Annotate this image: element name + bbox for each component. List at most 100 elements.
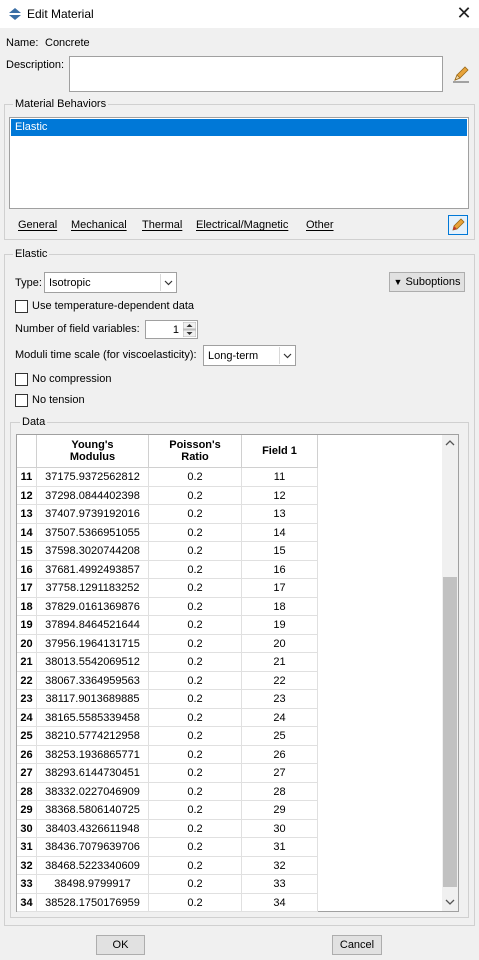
edit-icon[interactable] (449, 216, 467, 234)
field-1-cell[interactable]: 33 (242, 875, 318, 894)
poissons-ratio-cell[interactable]: 0.2 (149, 801, 242, 820)
close-button[interactable]: ✕ (451, 2, 477, 26)
table-row[interactable]: 15 37598.3020744208 0.2 15 (17, 542, 318, 561)
column-header-field-1[interactable]: Field 1 (242, 435, 318, 468)
behavior-edit-button[interactable] (448, 215, 468, 235)
poissons-ratio-cell[interactable]: 0.2 (149, 764, 242, 783)
field-1-cell[interactable]: 25 (242, 727, 318, 746)
youngs-modulus-cell[interactable]: 38253.1936865771 (37, 745, 149, 764)
data-table[interactable]: Young's Modulus Poisson's Ratio Field 1 … (16, 434, 459, 912)
table-row[interactable]: 26 38253.1936865771 0.2 26 (17, 745, 318, 764)
field-1-cell[interactable]: 22 (242, 671, 318, 690)
description-field[interactable] (69, 56, 443, 92)
poissons-ratio-cell[interactable]: 0.2 (149, 616, 242, 635)
table-row[interactable]: 14 37507.5366951055 0.2 14 (17, 523, 318, 542)
poissons-ratio-cell[interactable]: 0.2 (149, 893, 242, 912)
poissons-ratio-cell[interactable]: 0.2 (149, 597, 242, 616)
table-row[interactable]: 32 38468.5223340609 0.2 32 (17, 856, 318, 875)
table-row[interactable]: 31 38436.7079639706 0.2 31 (17, 838, 318, 857)
table-row[interactable]: 33 38498.9799917 0.2 33 (17, 875, 318, 894)
cancel-button[interactable]: Cancel (332, 935, 382, 955)
poissons-ratio-cell[interactable]: 0.2 (149, 745, 242, 764)
youngs-modulus-cell[interactable]: 37598.3020744208 (37, 542, 149, 561)
table-row[interactable]: 25 38210.5774212958 0.2 25 (17, 727, 318, 746)
field-vars-spinner[interactable]: 1 (145, 320, 198, 339)
youngs-modulus-cell[interactable]: 38117.9013689885 (37, 690, 149, 709)
field-1-cell[interactable]: 24 (242, 708, 318, 727)
youngs-modulus-cell[interactable]: 37175.9372562812 (37, 468, 149, 487)
menu-electrical-magnetic[interactable]: Electrical/Magnetic (196, 219, 288, 231)
youngs-modulus-cell[interactable]: 38468.5223340609 (37, 856, 149, 875)
behavior-item-elastic[interactable]: Elastic (11, 119, 467, 136)
no-compression-checkbox[interactable] (15, 373, 28, 386)
poissons-ratio-cell[interactable]: 0.2 (149, 505, 242, 524)
youngs-modulus-cell[interactable]: 38165.5585339458 (37, 708, 149, 727)
table-row[interactable]: 23 38117.9013689885 0.2 23 (17, 690, 318, 709)
youngs-modulus-cell[interactable]: 37894.8464521644 (37, 616, 149, 635)
poissons-ratio-cell[interactable]: 0.2 (149, 690, 242, 709)
menu-other[interactable]: Other (306, 219, 334, 231)
field-1-cell[interactable]: 16 (242, 560, 318, 579)
field-1-cell[interactable]: 14 (242, 523, 318, 542)
youngs-modulus-cell[interactable]: 38210.5774212958 (37, 727, 149, 746)
youngs-modulus-cell[interactable]: 38332.0227046909 (37, 782, 149, 801)
field-1-cell[interactable]: 18 (242, 597, 318, 616)
youngs-modulus-cell[interactable]: 38293.6144730451 (37, 764, 149, 783)
youngs-modulus-cell[interactable]: 37681.4992493857 (37, 560, 149, 579)
table-row[interactable]: 34 38528.1750176959 0.2 34 (17, 893, 318, 912)
type-select[interactable]: Isotropic (44, 272, 177, 293)
table-row[interactable]: 27 38293.6144730451 0.2 27 (17, 764, 318, 783)
field-1-cell[interactable]: 34 (242, 893, 318, 912)
youngs-modulus-cell[interactable]: 37407.9739192016 (37, 505, 149, 524)
youngs-modulus-cell[interactable]: 37758.1291183252 (37, 579, 149, 598)
field-1-cell[interactable]: 27 (242, 764, 318, 783)
field-1-cell[interactable]: 30 (242, 819, 318, 838)
poissons-ratio-cell[interactable]: 0.2 (149, 468, 242, 487)
table-row[interactable]: 22 38067.3364959563 0.2 22 (17, 671, 318, 690)
field-1-cell[interactable]: 21 (242, 653, 318, 672)
poissons-ratio-cell[interactable]: 0.2 (149, 856, 242, 875)
poissons-ratio-cell[interactable]: 0.2 (149, 838, 242, 857)
moduli-select[interactable]: Long-term (203, 345, 296, 366)
column-header-youngs-modulus[interactable]: Young's Modulus (37, 435, 149, 468)
data-scrollbar[interactable] (442, 435, 458, 911)
youngs-modulus-cell[interactable]: 38498.9799917 (37, 875, 149, 894)
field-1-cell[interactable]: 17 (242, 579, 318, 598)
table-row[interactable]: 30 38403.4326611948 0.2 30 (17, 819, 318, 838)
table-row[interactable]: 28 38332.0227046909 0.2 28 (17, 782, 318, 801)
menu-general[interactable]: General (18, 219, 57, 231)
spinner-arrows-icon[interactable] (182, 321, 197, 338)
temp-dependent-checkbox[interactable] (15, 300, 28, 313)
table-row[interactable]: 24 38165.5585339458 0.2 24 (17, 708, 318, 727)
ok-button[interactable]: OK (96, 935, 145, 955)
table-row[interactable]: 29 38368.5806140725 0.2 29 (17, 801, 318, 820)
field-1-cell[interactable]: 29 (242, 801, 318, 820)
poissons-ratio-cell[interactable]: 0.2 (149, 653, 242, 672)
table-row[interactable]: 11 37175.9372562812 0.2 11 (17, 468, 318, 487)
table-row[interactable]: 17 37758.1291183252 0.2 17 (17, 579, 318, 598)
no-tension-checkbox[interactable] (15, 394, 28, 407)
youngs-modulus-cell[interactable]: 37829.0161369876 (37, 597, 149, 616)
menu-thermal[interactable]: Thermal (142, 219, 182, 231)
table-row[interactable]: 13 37407.9739192016 0.2 13 (17, 505, 318, 524)
youngs-modulus-cell[interactable]: 37507.5366951055 (37, 523, 149, 542)
poissons-ratio-cell[interactable]: 0.2 (149, 560, 242, 579)
youngs-modulus-cell[interactable]: 38436.7079639706 (37, 838, 149, 857)
youngs-modulus-cell[interactable]: 38013.5542069512 (37, 653, 149, 672)
close-icon[interactable]: ✕ (456, 3, 471, 23)
poissons-ratio-cell[interactable]: 0.2 (149, 634, 242, 653)
chevron-down-icon[interactable] (160, 274, 175, 291)
pencil-icon[interactable] (451, 64, 471, 84)
poissons-ratio-cell[interactable]: 0.2 (149, 727, 242, 746)
table-row[interactable]: 16 37681.4992493857 0.2 16 (17, 560, 318, 579)
field-1-cell[interactable]: 12 (242, 486, 318, 505)
field-1-cell[interactable]: 20 (242, 634, 318, 653)
chevron-down-icon[interactable] (279, 347, 294, 364)
poissons-ratio-cell[interactable]: 0.2 (149, 671, 242, 690)
youngs-modulus-cell[interactable]: 37956.1964131715 (37, 634, 149, 653)
poissons-ratio-cell[interactable]: 0.2 (149, 523, 242, 542)
field-1-cell[interactable]: 26 (242, 745, 318, 764)
poissons-ratio-cell[interactable]: 0.2 (149, 782, 242, 801)
youngs-modulus-cell[interactable]: 38368.5806140725 (37, 801, 149, 820)
field-1-cell[interactable]: 31 (242, 838, 318, 857)
